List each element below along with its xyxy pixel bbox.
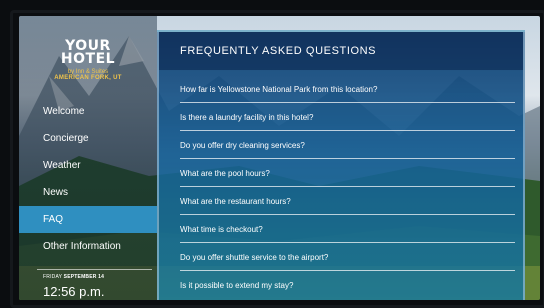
faq-item[interactable]: Is it possible to extend my stay? [180, 274, 515, 298]
faq-item[interactable]: Do you offer shuttle service to the airp… [180, 246, 515, 271]
faq-item[interactable]: Is there a laundry facility in this hote… [180, 106, 515, 131]
faq-item[interactable]: How far is Yellowstone National Park fro… [180, 78, 515, 103]
sidebar-item-welcome[interactable]: Welcome [19, 98, 157, 125]
sidebar: YOUR HOTEL by Inn & Suites AMERICAN FORK… [19, 16, 157, 300]
time-display: 12:56 p.m. [43, 284, 105, 299]
date-label: SEPTEMBER 14 [63, 274, 105, 280]
faq-item[interactable]: Do you offer dry cleaning services? [180, 134, 515, 159]
day-label: FRIDAY [43, 274, 63, 280]
sidebar-item-faq[interactable]: FAQ [19, 206, 157, 233]
sidebar-item-other-information[interactable]: Other Information [19, 233, 157, 260]
page-title: FREQUENTLY ASKED QUESTIONS [159, 32, 523, 70]
sidebar-item-news[interactable]: News [19, 179, 157, 206]
sidebar-nav: Welcome Concierge Weather News FAQ Other… [19, 98, 157, 260]
divider [37, 269, 152, 270]
logo-line-2: HOTEL [60, 51, 116, 67]
sidebar-item-concierge[interactable]: Concierge [19, 125, 157, 152]
logo-location: AMERICAN FORK, UT [54, 75, 122, 81]
faq-panel: FREQUENTLY ASKED QUESTIONS How far is Ye… [157, 30, 525, 300]
faq-item[interactable]: What time is checkout? [180, 218, 515, 243]
faq-list: How far is Yellowstone National Park fro… [180, 78, 515, 300]
tv-screen: YOUR HOTEL by Inn & Suites AMERICAN FORK… [19, 16, 540, 300]
faq-item[interactable]: What are the restaurant hours? [180, 190, 515, 215]
hotel-logo: YOUR HOTEL by Inn & Suites AMERICAN FORK… [39, 39, 137, 81]
sidebar-item-weather[interactable]: Weather [19, 152, 157, 179]
date-display: FRIDAY SEPTEMBER 14 [43, 274, 104, 280]
faq-item[interactable]: What are the pool hours? [180, 162, 515, 187]
